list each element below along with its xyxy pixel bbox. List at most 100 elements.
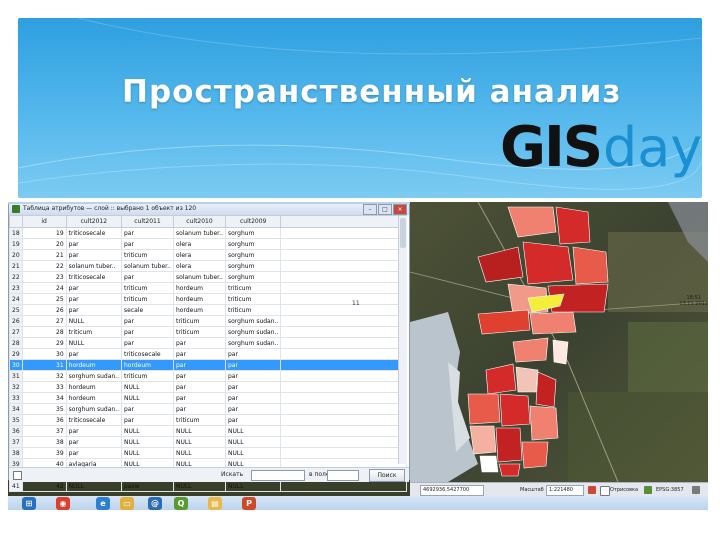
row-number[interactable]: 27 [9,326,23,338]
row-number[interactable]: 31 [9,370,23,382]
cell-cult2009[interactable]: sorghum [224,260,282,272]
show-selected-checkbox[interactable] [13,471,22,480]
cell-cult2012[interactable]: hordeum [65,359,123,371]
cell-cult2009[interactable]: sorghum [224,249,282,261]
cell-cult2012[interactable]: hordeum [65,381,123,393]
cell-cult2011[interactable]: par [121,315,174,327]
row-number[interactable]: 36 [9,425,23,437]
cell-id[interactable]: 42 [21,480,67,492]
crs-icon[interactable] [644,486,652,494]
cell-cult2011[interactable]: par [121,326,174,338]
table-row[interactable]: 41 42 NULL pasw NULL NULL [9,480,408,492]
row-number[interactable]: 29 [9,348,23,360]
cell-cult2011[interactable]: secale [121,304,174,316]
table-row[interactable]: 38 39 par NULL NULL NULL [9,447,408,459]
crs-label[interactable]: EPSG:3857 [656,487,684,493]
cell-cult2012[interactable]: hordeum [65,392,123,404]
cell-cult2012[interactable]: triticum [65,326,123,338]
cell-cult2009[interactable]: par [224,403,282,415]
attribute-table-window[interactable]: Таблица атрибутов — слой :: выбрано 1 об… [8,202,410,492]
cell-cult2011[interactable]: par [121,227,174,239]
cell-id[interactable]: 33 [21,381,67,393]
table-row[interactable]: 27 28 triticum par triticum sorghum sudan.. [9,326,408,338]
cell-cult2011[interactable]: NULL [121,425,174,437]
cell-cult2010[interactable]: NULL [173,436,226,448]
cell-cult2010[interactable]: par [173,381,226,393]
cell-cult2012[interactable]: triticosecale [65,227,123,239]
cell-cult2011[interactable]: par [121,414,174,426]
minimize-button[interactable]: – [363,204,377,215]
cell-cult2011[interactable]: triticosecale [121,348,174,360]
cell-cult2009[interactable]: par [224,348,282,360]
messages-icon[interactable] [692,486,700,494]
table-row[interactable]: 35 36 triticosecale par triticum par [9,414,408,426]
render-checkbox[interactable] [600,486,610,496]
cell-cult2012[interactable]: par [65,348,123,360]
cell-id[interactable]: 20 [21,238,67,250]
folder-icon[interactable]: ▤ [208,497,222,510]
cell-cult2010[interactable]: triticum [173,326,226,338]
table-row[interactable]: 28 29 NULL par par sorghum sudan.. [9,337,408,349]
row-number[interactable]: 38 [9,447,23,459]
cell-cult2011[interactable]: NULL [121,447,174,459]
table-row[interactable]: 30 31 hordeum hordeum par par [9,359,408,371]
attribute-table[interactable]: id cult2012 cult2011 cult2010 cult2009 1… [9,215,408,492]
stop-render-icon[interactable] [588,486,596,494]
cell-cult2011[interactable]: hordeum [121,359,174,371]
table-row[interactable]: 29 30 par triticosecale par par [9,348,408,360]
cell-cult2011[interactable]: triticum [121,249,174,261]
cell-cult2012[interactable]: par [65,293,123,305]
table-row[interactable]: 25 26 par secale hordeum triticum [9,304,408,316]
search-input[interactable] [251,470,305,481]
cell-cult2010[interactable]: par [173,337,226,349]
table-row[interactable]: 37 38 par NULL NULL NULL [9,436,408,448]
cell-cult2011[interactable]: NULL [121,436,174,448]
cell-id[interactable]: 32 [21,370,67,382]
attribute-table-titlebar[interactable]: Таблица атрибутов — слой :: выбрано 1 об… [9,203,409,215]
cell-cult2012[interactable]: par [65,304,123,316]
cell-cult2009[interactable]: NULL [224,480,282,492]
cell-cult2010[interactable]: par [173,348,226,360]
row-number[interactable]: 41 [9,480,23,492]
cell-id[interactable]: 24 [21,282,67,294]
field-select[interactable] [327,470,359,481]
column-header[interactable]: cult2009 [224,215,282,228]
cell-cult2009[interactable]: par [224,381,282,393]
column-header[interactable]: id [21,215,67,228]
cell-cult2010[interactable]: par [173,359,226,371]
cell-id[interactable]: 29 [21,337,67,349]
cell-cult2012[interactable]: par [65,282,123,294]
cell-cult2011[interactable]: NULL [121,392,174,404]
outlook-icon[interactable]: @ [148,497,162,510]
scrollbar-thumb[interactable] [400,218,406,248]
cell-cult2009[interactable]: sorghum [224,227,282,239]
cell-cult2012[interactable]: sorghum sudan.. [65,370,123,382]
column-header[interactable]: cult2011 [121,215,174,228]
row-number[interactable]: 21 [9,260,23,272]
cell-cult2012[interactable]: par [65,238,123,250]
cell-cult2009[interactable]: par [224,359,282,371]
close-button[interactable]: × [393,204,407,215]
row-number[interactable]: 26 [9,315,23,327]
cell-cult2010[interactable]: par [173,392,226,404]
cell-cult2009[interactable]: sorghum sudan.. [224,337,282,349]
cell-id[interactable]: 35 [21,403,67,415]
cell-id[interactable]: 21 [21,249,67,261]
cell-cult2010[interactable]: hordeum [173,282,226,294]
cell-cult2009[interactable]: sorghum sudan.. [224,326,282,338]
cell-cult2009[interactable]: sorghum [224,238,282,250]
chrome-icon[interactable]: ◉ [56,497,70,510]
cell-id[interactable]: 39 [21,447,67,459]
cell-cult2010[interactable]: olera [173,238,226,250]
cell-cult2010[interactable]: par [173,370,226,382]
cell-cult2009[interactable]: par [224,414,282,426]
cell-cult2012[interactable]: NULL [65,315,123,327]
cell-id[interactable]: 34 [21,392,67,404]
cell-cult2010[interactable]: triticum [173,414,226,426]
cell-cult2012[interactable]: par [65,436,123,448]
table-row[interactable]: 26 27 NULL par triticum sorghum sudan.. [9,315,408,327]
row-number[interactable]: 34 [9,403,23,415]
row-number[interactable]: 30 [9,359,23,371]
row-number[interactable]: 20 [9,249,23,261]
maximize-button[interactable]: □ [378,204,392,215]
